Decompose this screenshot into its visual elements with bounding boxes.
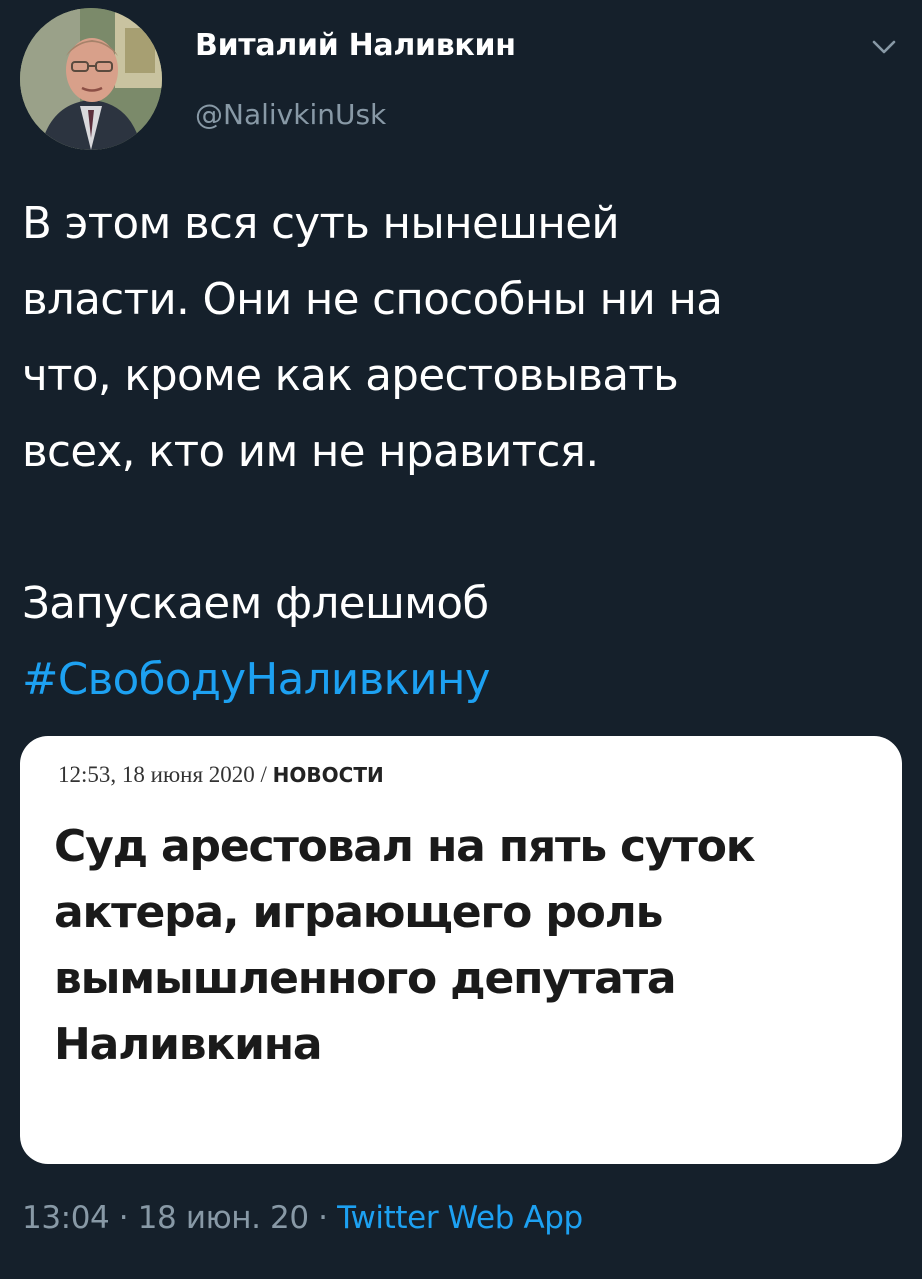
author-name[interactable]: Виталий Наливкин	[195, 28, 516, 63]
avatar[interactable]	[20, 8, 162, 150]
footer-separator: ·	[308, 1200, 338, 1236]
tweet-footer: 13:04 · 18 июн. 20 · Twitter Web App	[22, 1200, 583, 1236]
tweet-text: В этом вся суть нынешней власти. Они не …	[22, 186, 902, 718]
headline-line: актера, играющего роль	[54, 887, 663, 938]
embedded-news-image[interactable]: 12:53, 18 июня 2020 / НОВОСТИ Суд аресто…	[20, 736, 902, 1164]
news-meta: 12:53, 18 июня 2020 / НОВОСТИ	[58, 762, 384, 788]
news-section: НОВОСТИ	[272, 763, 384, 787]
chevron-down-icon[interactable]	[866, 30, 902, 66]
tweet-source-link[interactable]: Twitter Web App	[337, 1200, 583, 1236]
tweet-time[interactable]: 13:04	[22, 1200, 110, 1236]
headline-line: Суд арестовал на пять суток	[54, 821, 756, 872]
tweet-text-line: всех, кто им не нравится.	[22, 427, 599, 477]
tweet-text-line: Запускаем флешмоб	[22, 579, 489, 629]
tweet-text-line: что, кроме как арестовывать	[22, 351, 679, 401]
tweet: Виталий Наливкин @NalivkinUsk В этом вся…	[0, 0, 922, 1279]
hashtag-link[interactable]: #СвободуНаливкину	[22, 642, 902, 718]
headline-line: Наливкина	[54, 1019, 323, 1070]
tweet-text-line: В этом вся суть нынешней	[22, 199, 620, 249]
author-handle[interactable]: @NalivkinUsk	[195, 98, 386, 131]
tweet-date[interactable]: 18 июн. 20	[138, 1200, 309, 1236]
avatar-image	[20, 8, 162, 150]
tweet-text-line: власти. Они не способны ни на	[22, 275, 723, 325]
headline-line: вымышленного депутата	[54, 953, 677, 1004]
news-headline: Суд арестовал на пять суток актера, игра…	[54, 814, 894, 1078]
footer-separator: ·	[109, 1200, 138, 1236]
news-date: 12:53, 18 июня 2020 /	[58, 762, 273, 787]
